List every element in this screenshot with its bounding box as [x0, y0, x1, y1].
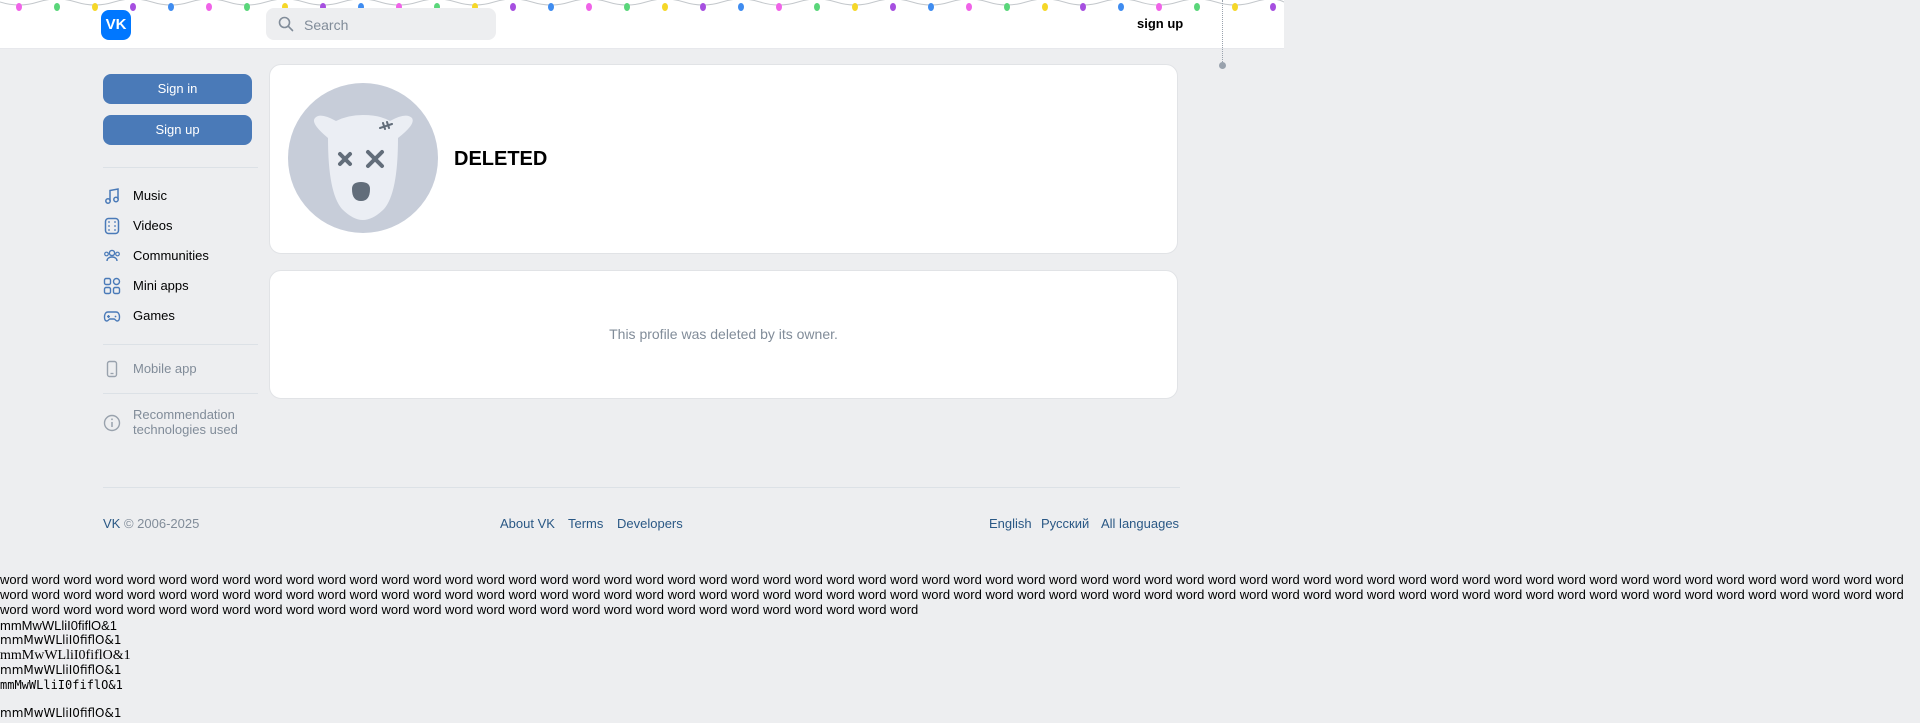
garland-bulb — [548, 3, 554, 11]
profile-deleted-card: This profile was deleted by its owner. — [269, 270, 1178, 399]
sidebar-item-recommendations[interactable]: Recommendation technologies used — [103, 407, 258, 439]
garland-bulb — [244, 3, 250, 11]
sidebar-item-videos[interactable]: Videos — [103, 214, 258, 238]
sidebar-item-label: Music — [133, 188, 167, 203]
mini-apps-icon — [103, 277, 121, 295]
music-note-icon — [105, 188, 119, 204]
font-sample-sans-2: mmMwWLliI0fiflO&1 — [0, 663, 122, 677]
footer-link-terms[interactable]: Terms — [568, 516, 603, 531]
font-sample-mono: mmMwWLliI0fiflO&1 — [0, 678, 123, 692]
garland-bulb — [1004, 3, 1010, 11]
font-sample-serif: mmMwWLliI0fiflO&1 — [0, 648, 131, 663]
search-input[interactable] — [302, 8, 491, 42]
garland-bulb — [738, 3, 744, 11]
garland-bulb — [1270, 3, 1276, 11]
garland-bulb — [1080, 3, 1086, 11]
sidebar-item-mobile-app[interactable]: Mobile app — [103, 357, 258, 381]
garland-bulb — [54, 3, 60, 11]
footer-lang-all[interactable]: All languages — [1101, 516, 1179, 531]
garland-bulb — [624, 3, 630, 11]
lamp-pull-toggle[interactable] — [1219, 62, 1226, 69]
holiday-garland-decoration — [0, 0, 1284, 11]
footer-link-about[interactable]: About VK — [500, 516, 555, 531]
footer-copyright: VK © 2006-2025 — [103, 516, 200, 531]
garland-bulb — [130, 3, 136, 11]
garland-bulb — [890, 3, 896, 11]
deleted-user-avatar — [288, 83, 438, 233]
font-sample-dejavu-sans: mmMwWLliI0fiflO&1 — [0, 633, 122, 647]
garland-bulb — [1232, 3, 1238, 11]
profile-name: DELETED — [454, 148, 548, 170]
garland-bulb — [966, 3, 972, 11]
sidebar-item-games[interactable]: Games — [103, 304, 258, 328]
sidebar-item-communities[interactable]: Communities — [103, 244, 258, 268]
garland-bulb — [662, 3, 668, 11]
sidebar-item-mini-apps[interactable]: Mini apps — [103, 274, 258, 298]
garland-bulb — [92, 3, 98, 11]
garland-bulb — [776, 3, 782, 11]
word-test-paragraph: word word word word word word word word … — [0, 572, 1904, 617]
video-icon — [104, 217, 120, 235]
sidebar-divider — [103, 393, 258, 394]
footer-divider — [103, 487, 1180, 488]
garland-bulb — [928, 3, 934, 11]
garland-bulb — [586, 3, 592, 11]
sidebar-item-music[interactable]: Music — [103, 184, 258, 208]
profile-deleted-message: This profile was deleted by its owner. — [609, 326, 838, 342]
vk-logo[interactable]: VK — [101, 10, 131, 40]
sidebar-item-label: Recommendation technologies used — [133, 407, 238, 437]
header-sign-up-link[interactable]: sign up — [1137, 16, 1183, 31]
font-sample-dejavu-2: mmMwWLliI0fiflO&1 — [0, 706, 122, 720]
sidebar-item-label: Mobile app — [133, 361, 197, 376]
garland-bulb — [510, 3, 516, 11]
garland-bulb — [1042, 3, 1048, 11]
search-icon — [278, 16, 294, 32]
info-icon — [103, 414, 121, 432]
sidebar-item-label: Communities — [133, 248, 209, 263]
garland-bulb — [814, 3, 820, 11]
footer-lang-english[interactable]: English — [989, 516, 1032, 531]
sidebar-item-label: Games — [133, 308, 175, 323]
lamp-cord — [1222, 0, 1224, 64]
sidebar-divider — [103, 344, 258, 345]
communities-icon — [104, 249, 120, 262]
garland-bulb — [852, 3, 858, 11]
garland-bulb — [168, 3, 174, 11]
sidebar-item-label: Mini apps — [133, 278, 189, 293]
sidebar-divider — [103, 167, 258, 168]
footer-lang-russian[interactable]: Русский — [1041, 516, 1089, 531]
sidebar-item-label: Videos — [133, 218, 173, 233]
mobile-phone-icon — [106, 360, 118, 378]
footer-brand-link[interactable]: VK — [103, 516, 120, 531]
sign-in-button[interactable]: Sign in — [103, 74, 252, 104]
profile-header-card: DELETED — [269, 64, 1178, 254]
garland-bulb — [1156, 3, 1162, 11]
garland-bulb — [1194, 3, 1200, 11]
search-box[interactable] — [266, 8, 496, 42]
garland-bulb — [206, 3, 212, 11]
garland-bulb — [16, 3, 22, 11]
sign-up-button[interactable]: Sign up — [103, 115, 252, 145]
top-header: VK sign up — [0, 0, 1284, 49]
font-sample-sans: mmMwWLliI0fiflO&1 — [0, 618, 118, 633]
garland-bulb — [700, 3, 706, 11]
garland-bulb — [1118, 3, 1124, 11]
footer-link-developers[interactable]: Developers — [617, 516, 683, 531]
gamepad-icon — [103, 311, 121, 322]
